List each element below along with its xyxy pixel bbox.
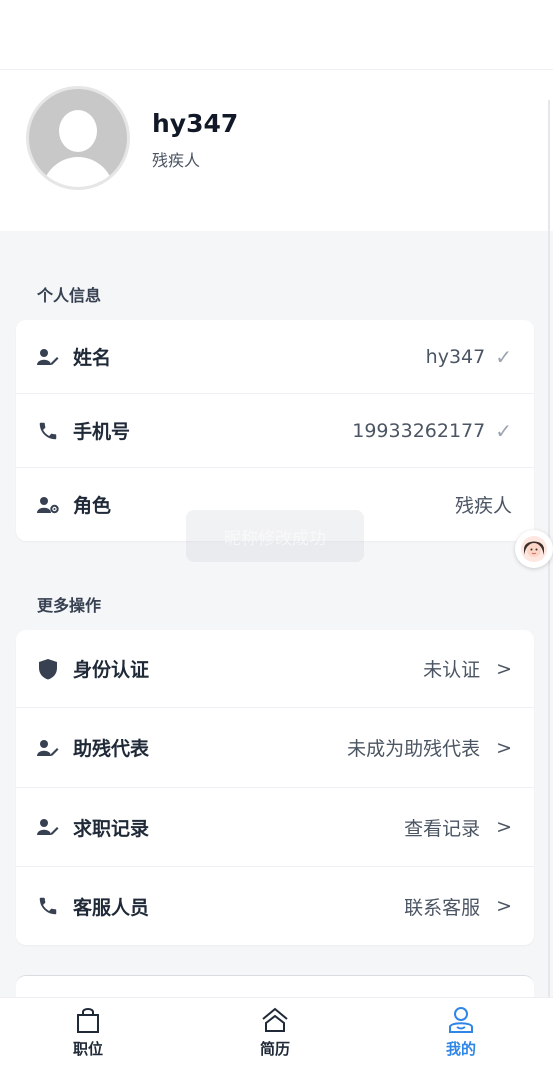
action-label-job-records: 求职记录 — [73, 817, 150, 840]
top-bar — [0, 0, 553, 70]
info-label-phone: 手机号 — [73, 421, 131, 443]
action-value-job-records-wrap: 查看记录 > — [404, 814, 512, 841]
check-icon: ✓ — [495, 418, 512, 443]
action-value-representative: 未成为助残代表 — [347, 738, 481, 760]
avatar-head-shape — [59, 110, 97, 152]
user-role-tag: 残疾人 — [152, 151, 201, 170]
avatar[interactable] — [26, 86, 130, 190]
action-value-job-records: 查看记录 — [404, 817, 481, 840]
section-title-personal-info: 个人信息 — [37, 286, 102, 305]
info-value-phone-wrap: 19933262177 ✓ — [352, 419, 512, 443]
shield-icon — [36, 657, 60, 681]
info-value-name: hy347 — [425, 345, 486, 368]
home-icon — [262, 1007, 288, 1032]
user-edit-icon — [36, 815, 60, 839]
info-row-name[interactable]: 姓名 hy347 ✓ — [16, 320, 534, 394]
chevron-right-icon: > — [496, 736, 512, 759]
user-edit-icon — [36, 736, 60, 760]
info-row-phone[interactable]: 手机号 19933262177 ✓ — [16, 394, 534, 468]
tab-resume[interactable]: 简历 — [235, 1006, 315, 1059]
check-icon: ✓ — [495, 344, 512, 369]
user-gear-icon — [36, 493, 60, 517]
action-row-customer-service[interactable]: 客服人员 联系客服 > — [16, 867, 534, 945]
tab-label-resume: 简历 — [259, 1040, 290, 1058]
avatar-body-shape — [42, 157, 114, 187]
tab-mine[interactable]: 我的 — [421, 1006, 501, 1059]
action-row-representative[interactable]: 助残代表 未成为助残代表 > — [16, 708, 534, 788]
info-label-role: 角色 — [73, 495, 112, 517]
info-value-name-wrap: hy347 ✓ — [426, 345, 512, 369]
action-value-customer-service: 联系客服 — [404, 896, 481, 919]
action-label-identity: 身份认证 — [73, 659, 150, 681]
bottom-tab-bar: 职位 简历 我的 — [0, 997, 553, 1072]
person-icon — [449, 1007, 473, 1033]
action-value-identity-wrap: 未认证 > — [423, 655, 512, 682]
action-label-representative: 助残代表 — [73, 738, 150, 760]
action-value-customer-service-wrap: 联系客服 > — [404, 893, 512, 920]
profile-header: hy347 残疾人 — [0, 71, 553, 231]
personal-info-card: 姓名 hy347 ✓ 手机号 19933262177 ✓ 角色 残疾人 — [16, 320, 534, 541]
user-edit-icon — [36, 345, 60, 369]
action-value-identity: 未认证 — [423, 659, 481, 681]
assistant-avatar-icon — [521, 536, 547, 562]
chevron-right-icon: > — [496, 657, 512, 680]
toast-message: 昵称修改成功 — [186, 510, 364, 562]
chevron-right-icon: > — [496, 895, 512, 917]
action-value-representative-wrap: 未成为助残代表 > — [347, 734, 512, 761]
bag-icon — [77, 1008, 99, 1033]
tab-label-mine: 我的 — [445, 1040, 476, 1058]
info-value-role-wrap: 残疾人 — [455, 491, 512, 518]
info-label-name: 姓名 — [73, 347, 112, 369]
tab-label-jobs: 职位 — [72, 1040, 103, 1058]
username: hy347 — [152, 109, 239, 138]
phone-icon — [36, 419, 60, 443]
info-value-phone: 19933262177 — [352, 419, 486, 442]
info-value-role: 残疾人 — [454, 495, 512, 517]
section-title-more-actions: 更多操作 — [37, 596, 102, 615]
action-label-customer-service: 客服人员 — [73, 896, 150, 919]
phone-icon — [36, 894, 60, 918]
more-actions-card: 身份认证 未认证 > 助残代表 未成为助残代表 > 求职记录 查看记录 > 客服… — [16, 630, 534, 945]
tab-jobs[interactable]: 职位 — [48, 1006, 128, 1059]
chevron-right-icon: > — [496, 816, 512, 838]
assistant-float-button[interactable] — [515, 530, 553, 568]
action-row-identity[interactable]: 身份认证 未认证 > — [16, 630, 534, 708]
action-row-job-records[interactable]: 求职记录 查看记录 > — [16, 788, 534, 867]
